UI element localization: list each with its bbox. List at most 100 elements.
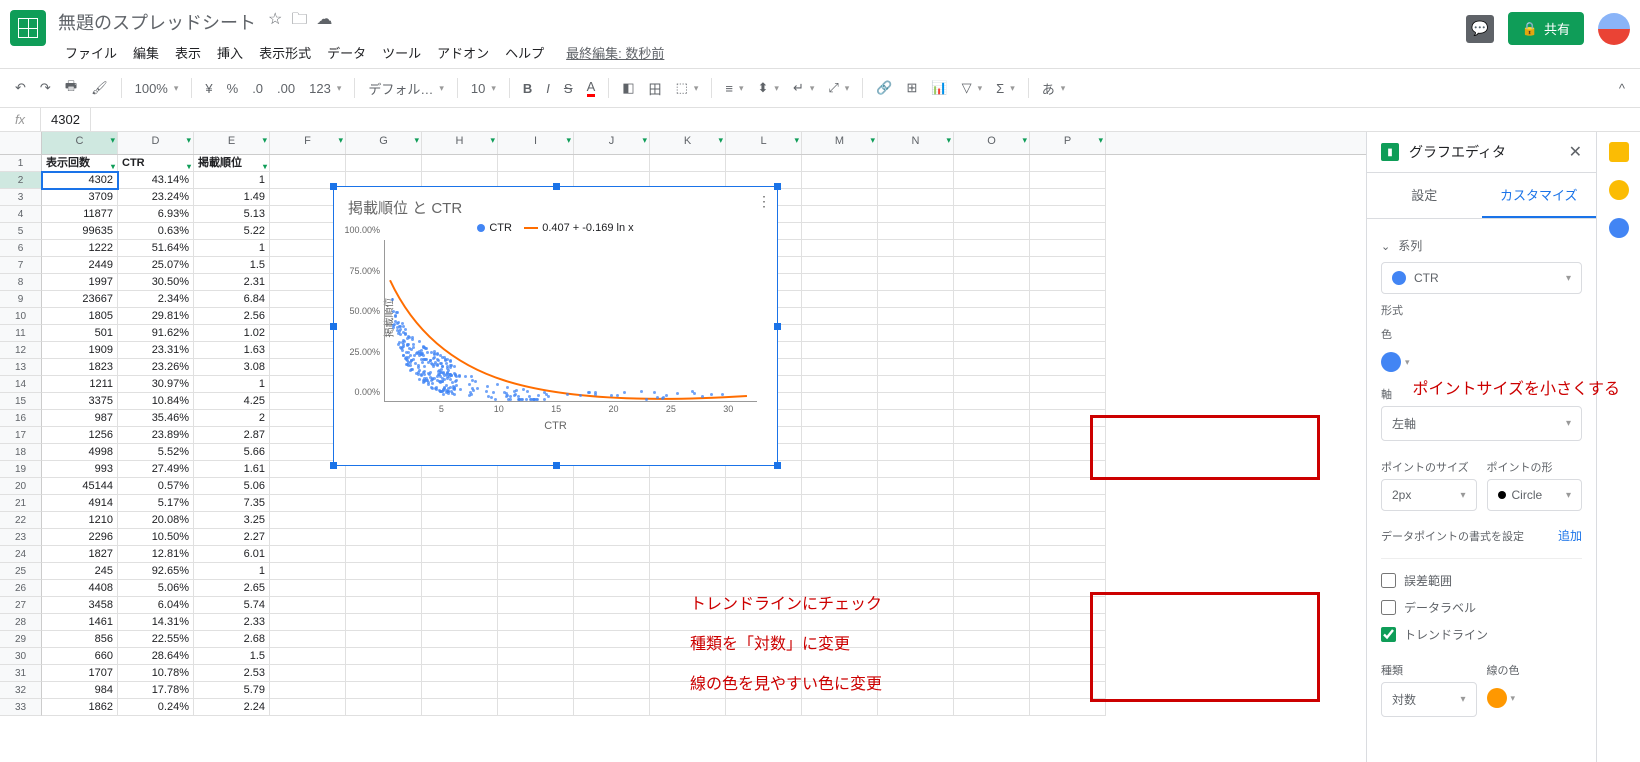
cell[interactable] xyxy=(1030,223,1106,240)
resize-handle[interactable] xyxy=(330,323,337,330)
cell[interactable] xyxy=(574,478,650,495)
cell[interactable] xyxy=(422,614,498,631)
series-section-toggle[interactable]: ⌄系列 xyxy=(1381,229,1582,262)
cell[interactable] xyxy=(1030,189,1106,206)
user-avatar[interactable] xyxy=(1598,13,1630,45)
cell[interactable] xyxy=(954,325,1030,342)
cell[interactable] xyxy=(650,546,726,563)
cell[interactable] xyxy=(650,614,726,631)
cell[interactable] xyxy=(498,478,574,495)
cell[interactable] xyxy=(270,597,346,614)
cell[interactable]: 660 xyxy=(42,648,118,665)
percent-button[interactable]: % xyxy=(222,77,244,100)
cell[interactable] xyxy=(954,512,1030,529)
cell[interactable] xyxy=(878,376,954,393)
cell[interactable] xyxy=(802,206,878,223)
cell[interactable]: 6.04% xyxy=(118,597,194,614)
column-header[interactable]: O▾ xyxy=(954,132,1030,154)
cell[interactable] xyxy=(802,172,878,189)
share-button[interactable]: 🔒共有 xyxy=(1508,12,1584,45)
cell[interactable] xyxy=(574,648,650,665)
ime-button[interactable]: あ xyxy=(1037,75,1071,102)
cell[interactable] xyxy=(346,155,422,172)
cell[interactable]: 2.65 xyxy=(194,580,270,597)
cell[interactable] xyxy=(802,410,878,427)
cell[interactable] xyxy=(878,427,954,444)
cell[interactable] xyxy=(270,631,346,648)
cell[interactable] xyxy=(270,648,346,665)
cell[interactable] xyxy=(878,444,954,461)
error-bars-checkbox[interactable] xyxy=(1381,573,1396,588)
cell[interactable] xyxy=(878,648,954,665)
column-header[interactable]: G▾ xyxy=(346,132,422,154)
cell[interactable] xyxy=(802,342,878,359)
merge-button[interactable]: ⬚ xyxy=(671,76,704,100)
cell[interactable] xyxy=(422,665,498,682)
cell[interactable]: 4302 xyxy=(42,172,118,189)
cell[interactable] xyxy=(574,665,650,682)
cell[interactable] xyxy=(1030,172,1106,189)
zoom-select[interactable]: 100% xyxy=(130,77,184,100)
cell[interactable] xyxy=(270,580,346,597)
cell[interactable] xyxy=(498,495,574,512)
cell[interactable]: 2.31 xyxy=(194,274,270,291)
cell[interactable] xyxy=(954,580,1030,597)
cell[interactable]: 2.53 xyxy=(194,665,270,682)
cell[interactable] xyxy=(270,155,346,172)
cell[interactable] xyxy=(422,512,498,529)
cell[interactable] xyxy=(802,359,878,376)
cell[interactable] xyxy=(878,580,954,597)
cell[interactable] xyxy=(954,308,1030,325)
cell[interactable] xyxy=(954,529,1030,546)
cell[interactable] xyxy=(954,631,1030,648)
cell[interactable] xyxy=(954,155,1030,172)
cell[interactable] xyxy=(650,155,726,172)
cell[interactable]: 1 xyxy=(194,563,270,580)
cell[interactable] xyxy=(574,512,650,529)
tab-setup[interactable]: 設定 xyxy=(1367,173,1482,218)
column-header[interactable]: I▾ xyxy=(498,132,574,154)
column-header[interactable]: P▾ xyxy=(1030,132,1106,154)
cell[interactable] xyxy=(1030,495,1106,512)
cell[interactable] xyxy=(270,665,346,682)
cell[interactable]: 11877 xyxy=(42,206,118,223)
cell[interactable] xyxy=(878,512,954,529)
cell[interactable]: 27.49% xyxy=(118,461,194,478)
column-header[interactable]: J▾ xyxy=(574,132,650,154)
cell[interactable] xyxy=(878,257,954,274)
cell[interactable] xyxy=(878,308,954,325)
cell[interactable] xyxy=(498,699,574,716)
cell[interactable] xyxy=(650,495,726,512)
point-shape-select[interactable]: Circle▾ xyxy=(1487,479,1583,511)
cell[interactable]: 5.06% xyxy=(118,580,194,597)
cell[interactable] xyxy=(954,342,1030,359)
cell[interactable] xyxy=(270,495,346,512)
cell[interactable] xyxy=(878,172,954,189)
cell[interactable] xyxy=(270,478,346,495)
cell[interactable] xyxy=(422,478,498,495)
h-align-button[interactable]: ≡ xyxy=(720,77,748,100)
resize-handle[interactable] xyxy=(553,462,560,469)
row-header[interactable]: 2 xyxy=(0,172,42,189)
row-header[interactable]: 25 xyxy=(0,563,42,580)
cell[interactable]: 2.34% xyxy=(118,291,194,308)
cell[interactable]: 2296 xyxy=(42,529,118,546)
cell[interactable] xyxy=(1030,410,1106,427)
cell[interactable] xyxy=(802,563,878,580)
cell[interactable] xyxy=(498,648,574,665)
cell[interactable] xyxy=(498,563,574,580)
document-title[interactable]: 無題のスプレッドシート xyxy=(58,9,256,35)
cell[interactable] xyxy=(1030,665,1106,682)
cell[interactable] xyxy=(422,648,498,665)
cell[interactable] xyxy=(954,189,1030,206)
menu-view[interactable]: 表示 xyxy=(168,39,208,66)
point-size-select[interactable]: 2px▾ xyxy=(1381,479,1477,511)
add-datapoint-button[interactable]: 追加 xyxy=(1558,527,1582,544)
cell[interactable] xyxy=(422,495,498,512)
cell[interactable] xyxy=(878,359,954,376)
row-header[interactable]: 6 xyxy=(0,240,42,257)
cell[interactable] xyxy=(954,172,1030,189)
cell[interactable]: 1.5 xyxy=(194,257,270,274)
cell[interactable] xyxy=(802,325,878,342)
cell[interactable] xyxy=(954,206,1030,223)
